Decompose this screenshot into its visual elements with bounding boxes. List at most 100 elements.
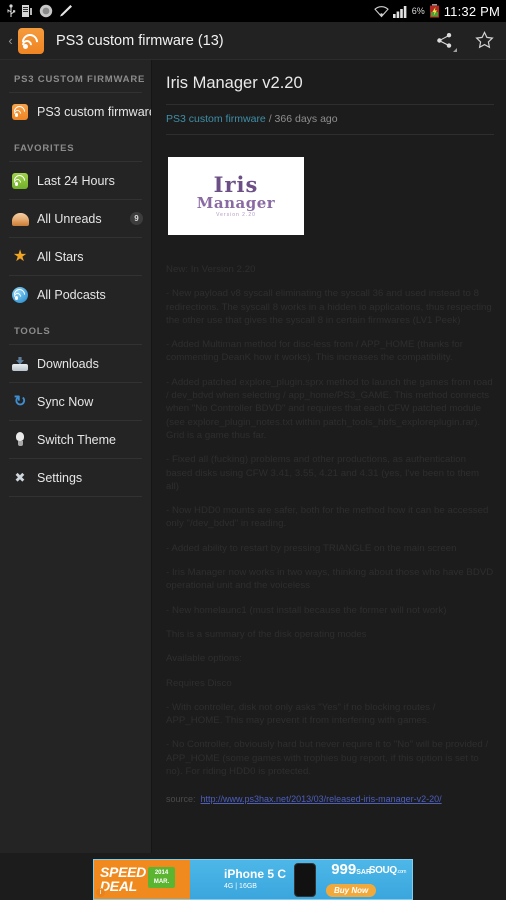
ad-banner[interactable]: SPEED DEAL 2014 MAR. iPhone 5 C 4G | 16G… bbox=[0, 853, 506, 900]
status-system-icons: 6% 11:32 PM bbox=[373, 3, 500, 19]
article-paragraph: This is a summary of the disk operating … bbox=[166, 628, 367, 640]
sidebar-item-sync-now[interactable]: ↻ Sync Now bbox=[0, 383, 151, 420]
article-hero-image: Iris Manager Version 2.20 bbox=[168, 157, 304, 235]
sidebar-item-all-stars[interactable]: ★ All Stars bbox=[0, 238, 151, 275]
download-icon bbox=[12, 356, 28, 372]
circle-icon bbox=[39, 4, 53, 18]
ad-brand-name: SOUQ bbox=[368, 865, 397, 876]
rss-dot bbox=[15, 182, 19, 186]
sidebar-item-label: Downloads bbox=[37, 356, 99, 371]
chevron-down-icon[interactable] bbox=[453, 47, 457, 52]
share-icon[interactable] bbox=[432, 29, 457, 53]
article-source: source: http://www.ps3hax.net/2013/03/rel… bbox=[166, 794, 494, 804]
ad-info-icon[interactable]: i bbox=[96, 888, 105, 897]
sidebar-item-label: All Stars bbox=[37, 249, 84, 264]
sync-icon: ↻ bbox=[13, 392, 27, 410]
sidebar-item-label: Sync Now bbox=[37, 394, 94, 409]
unread-count-badge: 9 bbox=[130, 212, 143, 225]
divider bbox=[166, 134, 494, 135]
sidebar-item-downloads[interactable]: Downloads bbox=[0, 345, 151, 382]
unread-envelope-icon bbox=[12, 213, 29, 226]
app-title-bar: ‹ PS3 custom firmware (13) bbox=[0, 22, 506, 60]
rss-feed-icon[interactable] bbox=[18, 27, 44, 54]
article-paragraph: - Now HDD0 mounts are safer, both for th… bbox=[166, 505, 489, 530]
logo-line-1: Iris bbox=[213, 172, 259, 197]
rss-dot bbox=[15, 296, 19, 300]
sidebar-item-ps3-custom-firmware[interactable]: PS3 custom firmware 9 bbox=[0, 93, 151, 130]
divider bbox=[9, 496, 142, 497]
page-title: PS3 custom firmware (13) bbox=[56, 32, 224, 49]
back-caret-icon[interactable]: ‹ bbox=[4, 33, 17, 48]
article-paragraph: New: In Version 2.20 bbox=[166, 264, 256, 275]
logo-line-3: Version 2.20 bbox=[216, 212, 256, 218]
rss-feed-icon bbox=[12, 103, 28, 120]
article-paragraph: - Added ability to restart by pressing T… bbox=[166, 542, 457, 554]
article-paragraph: - Added patched explore_plugin.sprx meth… bbox=[166, 376, 493, 441]
article-paragraph: - New homelaunc1 (must install because t… bbox=[166, 604, 447, 616]
article-title: Iris Manager v2.20 bbox=[166, 74, 303, 92]
sidebar-item-label: Last 24 Hours bbox=[37, 173, 115, 188]
ad-buy-now-button[interactable]: Buy Now bbox=[326, 883, 377, 897]
rss-feed-green-icon bbox=[12, 172, 28, 189]
app-body: PS3 CUSTOM FIRMWARE PS3 custom firmware … bbox=[0, 60, 506, 900]
usb-icon bbox=[6, 4, 16, 18]
bulb-glass bbox=[16, 431, 24, 441]
logo-line-2: Manager bbox=[196, 194, 276, 212]
download-tray bbox=[12, 363, 28, 371]
navigation-sidebar: PS3 CUSTOM FIRMWARE PS3 custom firmware … bbox=[0, 60, 152, 900]
sidebar-item-label: All Unreads bbox=[37, 211, 102, 226]
battery-percent-label: 6% bbox=[411, 6, 425, 16]
podcast-icon bbox=[12, 286, 28, 303]
source-label: source: bbox=[166, 794, 196, 805]
sidebar-item-settings[interactable]: ✖ Settings bbox=[0, 459, 151, 496]
article-age: 366 days ago bbox=[274, 113, 338, 125]
ad-headline-1: SPEED bbox=[100, 864, 146, 880]
ad-date-year: 2014 bbox=[154, 870, 169, 876]
ad-product-info: iPhone 5 C 4G | 16GB bbox=[190, 866, 287, 892]
ad-brand-logo: SOUQ.com bbox=[368, 865, 407, 876]
android-status-bar: 6% 11:32 PM bbox=[0, 0, 506, 22]
clock-label: 11:32 PM bbox=[443, 3, 500, 19]
ad-date-badge: 2014 MAR. bbox=[148, 867, 175, 888]
sidebar-item-label: PS3 custom firmware bbox=[37, 104, 152, 119]
sidebar-item-all-podcasts[interactable]: All Podcasts bbox=[0, 276, 151, 313]
source-link[interactable]: http://www.ps3hax.net/2013/03/released-i… bbox=[201, 794, 442, 804]
rss-arc-outer bbox=[18, 30, 42, 53]
bulb-base bbox=[17, 440, 23, 446]
article-paragraph: Available options: bbox=[166, 653, 242, 665]
edit-pencil-icon bbox=[59, 4, 74, 18]
article-paragraph: - Fixed all (fucking) problems and other… bbox=[166, 454, 480, 492]
ad-headline-block: SPEED DEAL 2014 MAR. bbox=[94, 860, 190, 899]
star-outline-icon[interactable] bbox=[472, 29, 496, 53]
titlebar-actions bbox=[432, 29, 496, 53]
article-feed-link[interactable]: PS3 custom firmware bbox=[166, 113, 266, 125]
sidebar-item-last-24-hours[interactable]: Last 24 Hours bbox=[0, 162, 151, 199]
ad-brand-tld: .com bbox=[396, 869, 407, 875]
article-paragraph: - No Controller, obviously hard but neve… bbox=[166, 739, 489, 778]
battery-low-icon bbox=[429, 4, 440, 18]
wifi-icon bbox=[373, 5, 389, 18]
ad-phone-image bbox=[294, 862, 317, 897]
ad-price-value: 999 bbox=[331, 860, 357, 878]
ad-banner-content[interactable]: SPEED DEAL 2014 MAR. iPhone 5 C 4G | 16G… bbox=[93, 859, 413, 900]
rss-dot bbox=[15, 113, 19, 117]
meta-separator: / bbox=[265, 113, 275, 125]
tools-icon: ✖ bbox=[14, 469, 26, 485]
lightbulb-icon bbox=[12, 431, 28, 448]
sidebar-item-label: All Podcasts bbox=[37, 287, 106, 302]
article-body: New: In Version 2.20 - New payload v8 sy… bbox=[166, 263, 494, 804]
app-root: 6% 11:32 PM ‹ PS3 custom firmware (13) P… bbox=[0, 0, 506, 900]
ad-product-model: iPhone 5 C bbox=[224, 866, 287, 881]
signal-bars-icon bbox=[392, 5, 408, 18]
ad-headline-2: DEAL bbox=[100, 878, 137, 894]
status-notification-icons bbox=[6, 4, 74, 18]
sidebar-item-all-unreads[interactable]: All Unreads 9 bbox=[0, 200, 151, 237]
sidebar-section-header-tools: TOOLS bbox=[14, 326, 51, 337]
article-paragraph: - Iris Manager now works in two ways, th… bbox=[166, 567, 494, 592]
envelope-body bbox=[12, 220, 29, 226]
sidebar-item-label: Switch Theme bbox=[37, 432, 116, 447]
ad-product-spec: 4G | 16GB bbox=[224, 882, 257, 890]
article-pane: Iris Manager v2.20 PS3 custom firmware /… bbox=[152, 60, 506, 900]
article-paragraph: Requires Disco bbox=[166, 677, 232, 689]
sidebar-item-switch-theme[interactable]: Switch Theme bbox=[0, 421, 151, 458]
